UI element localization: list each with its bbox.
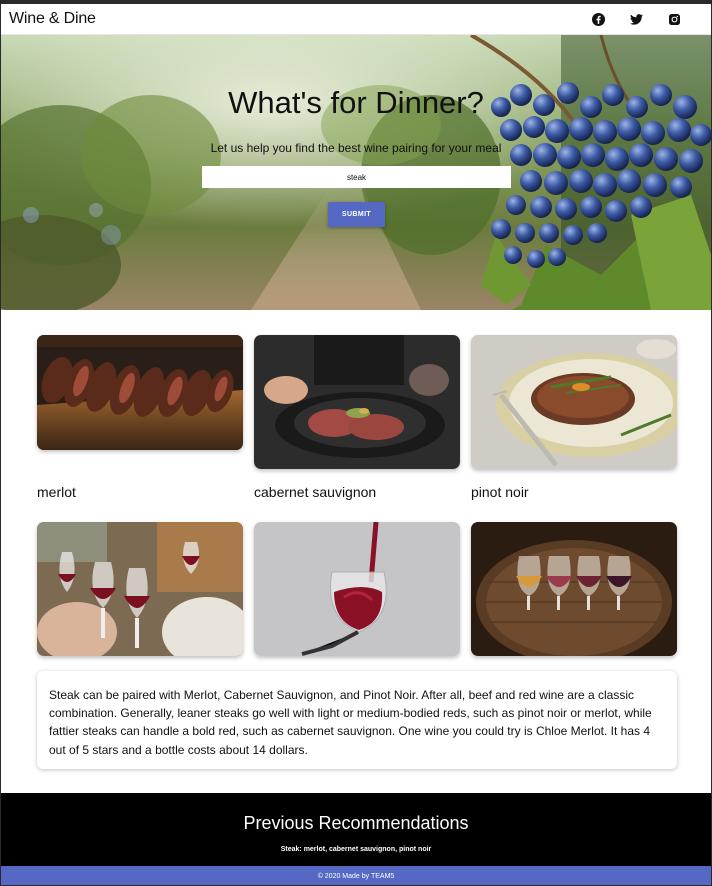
hero-subtitle: Let us help you find the best wine pairi… — [210, 141, 502, 155]
hero-section: What's for Dinner? Let us help you find … — [1, 35, 711, 310]
steak-plate-image[interactable] — [254, 335, 460, 469]
brand-logo[interactable]: Wine & Dine — [9, 10, 96, 28]
social-links — [579, 7, 693, 31]
navbar: Wine & Dine — [1, 4, 711, 35]
page-frame: Wine & Dine What's for Dinner? Let us he… — [0, 0, 712, 886]
steak-board-image[interactable] — [37, 335, 243, 450]
submit-button[interactable]: SUBMIT — [328, 202, 385, 227]
previous-recommendations-section: Previous Recommendations Steak: merlot, … — [1, 793, 711, 866]
hero-title: What's for Dinner? — [228, 85, 484, 120]
wine-tasting-barrel-image[interactable] — [471, 522, 677, 656]
previous-recommendations-title: Previous Recommendations — [243, 813, 469, 833]
twitter-icon[interactable] — [617, 7, 655, 31]
instagram-icon[interactable] — [655, 7, 693, 31]
wine-label-1: merlot — [37, 484, 76, 500]
meal-search-input[interactable] — [202, 166, 511, 188]
wine-pour-image[interactable] — [254, 522, 460, 656]
pairing-description: Steak can be paired with Merlot, Caberne… — [37, 671, 677, 769]
steak-rosemary-image[interactable] — [471, 335, 677, 469]
toasting-wine-image[interactable] — [37, 522, 243, 656]
previous-recommendation-item: Steak: merlot, cabernet sauvignon, pinot… — [280, 846, 432, 853]
facebook-icon[interactable] — [579, 7, 617, 31]
footer: © 2020 Made by TEAM5 — [1, 866, 711, 885]
wine-label-3: pinot noir — [471, 484, 529, 500]
wine-label-2: cabernet sauvignon — [254, 484, 377, 500]
